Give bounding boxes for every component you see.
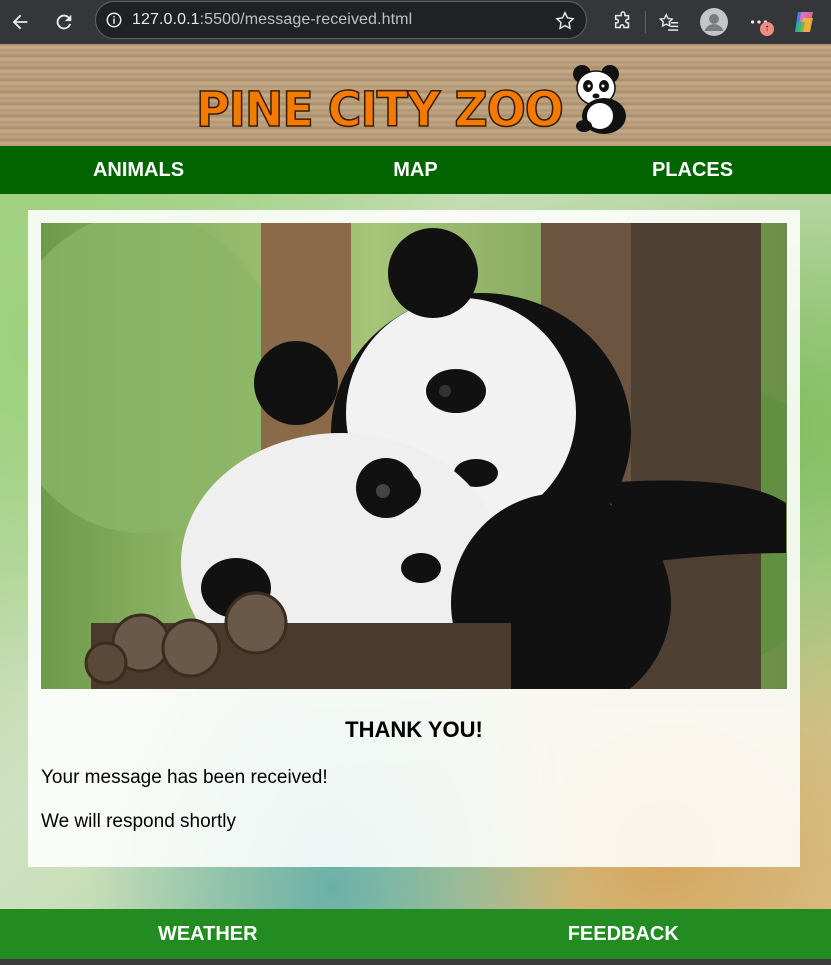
url-path: :5500/message-received.html — [199, 11, 413, 28]
site-info-icon[interactable] — [96, 11, 132, 29]
site-header: PINE CITY ZOO — [0, 44, 831, 146]
browser-toolbar: 127.0.0.1:5500/message-received.html ↑ — [0, 0, 831, 44]
url-text: 127.0.0.1:5500/message-received.html — [132, 11, 412, 29]
main-navigation: ANIMALS MAP PLACES — [0, 146, 831, 194]
bottom-scroll-strip — [0, 959, 831, 965]
footer-navigation: WEATHER FEEDBACK — [0, 909, 831, 959]
web-page: PINE CITY ZOO ANIMALS MAP PLACES THANK Y… — [0, 44, 831, 965]
favorites-icon[interactable] — [646, 0, 691, 44]
respond-shortly-text: We will respond shortly — [41, 811, 237, 832]
profile-avatar-icon[interactable] — [691, 0, 736, 44]
reload-icon — [56, 14, 72, 30]
extensions-icon[interactable] — [600, 0, 645, 44]
message-received-text: Your message has been received! — [41, 767, 328, 788]
back-arrow-icon — [12, 14, 28, 30]
nav-map[interactable]: MAP — [277, 146, 554, 194]
message-card: THANK YOU! Your message has been receive… — [28, 210, 800, 867]
update-badge: ↑ — [760, 22, 774, 36]
panda-photo — [41, 223, 787, 689]
footer-weather-link[interactable]: WEATHER — [0, 909, 416, 959]
site-logo[interactable]: PINE CITY ZOO — [195, 80, 564, 138]
more-menu-icon[interactable]: ↑ — [736, 0, 781, 44]
copilot-icon[interactable] — [781, 0, 826, 44]
bookmark-star-icon[interactable] — [554, 10, 576, 37]
toolbar-right-icons: ↑ — [600, 0, 826, 44]
nav-places[interactable]: PLACES — [554, 146, 831, 194]
nav-animals[interactable]: ANIMALS — [0, 146, 277, 194]
footer-feedback-link[interactable]: FEEDBACK — [416, 909, 831, 959]
address-bar[interactable]: 127.0.0.1:5500/message-received.html — [95, 1, 587, 39]
reload-button[interactable] — [44, 0, 84, 44]
url-host: 127.0.0.1 — [132, 11, 200, 28]
thank-you-heading: THANK YOU! — [345, 717, 483, 742]
back-button[interactable] — [0, 0, 40, 44]
panda-logo-icon — [573, 65, 626, 134]
